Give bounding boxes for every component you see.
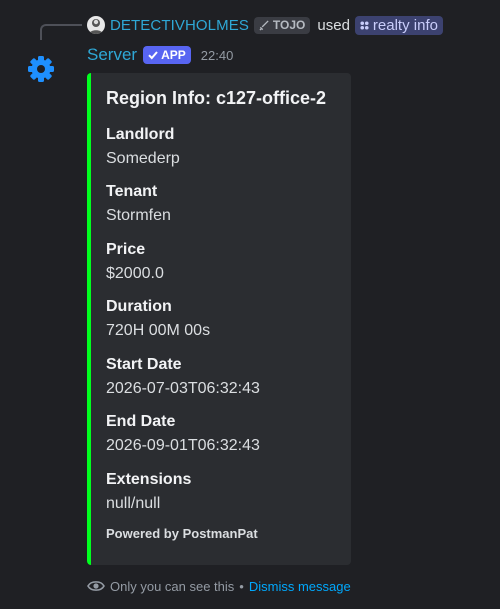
field-value: Somederp xyxy=(106,150,180,167)
message-timestamp[interactable]: 22:40 xyxy=(201,48,234,63)
field-name: Landlord xyxy=(106,126,175,143)
embed-field-duration: Duration 720H 00M 00s xyxy=(106,297,210,341)
field-value: 2026-09-01T06:32:43 xyxy=(106,437,260,454)
ephemeral-notice: Only you can see this • Dismiss message xyxy=(87,577,351,595)
field-value: null/null xyxy=(106,495,161,512)
field-value: 2026-07-03T06:32:43 xyxy=(106,380,260,397)
field-value: 720H 00M 00s xyxy=(106,322,211,339)
used-text: used xyxy=(317,16,350,34)
author-name[interactable]: Server xyxy=(87,45,137,65)
reply-connector xyxy=(40,24,82,40)
field-name: Start Date xyxy=(106,356,182,373)
reply-reference[interactable]: DETECTIVHOLMES TOJO used realty info xyxy=(87,14,443,36)
embed-field-start-date: Start Date 2026-07-03T06:32:43 xyxy=(106,355,260,399)
embed-field-price: Price $2000.0 xyxy=(106,240,164,284)
app-badge-label: APP xyxy=(161,48,186,62)
user-avatar[interactable] xyxy=(87,16,105,34)
message-header: Server APP 22:40 xyxy=(87,44,233,66)
app-badge: APP xyxy=(143,46,191,64)
field-name: Price xyxy=(106,241,146,258)
field-name: Extensions xyxy=(106,471,192,488)
embed-footer: Powered by PostmanPat xyxy=(106,526,258,541)
field-name: Tenant xyxy=(106,183,158,200)
field-value: Stormfen xyxy=(106,207,171,224)
check-icon xyxy=(148,51,158,60)
field-value: $2000.0 xyxy=(106,265,164,282)
reply-username[interactable]: DETECTIVHOLMES xyxy=(110,17,249,34)
embed-field-landlord: Landlord Somederp xyxy=(106,125,180,169)
embed-card: Region Info: c127-office-2 Landlord Some… xyxy=(87,73,351,565)
embed-field-tenant: Tenant Stormfen xyxy=(106,182,171,226)
ephemeral-text: Only you can see this xyxy=(110,578,235,594)
user-tag: TOJO xyxy=(253,16,311,34)
embed-title: Region Info: c127-office-2 xyxy=(106,88,327,108)
embed-field-end-date: End Date 2026-09-01T06:32:43 xyxy=(106,412,260,456)
field-name: End Date xyxy=(106,413,176,430)
ephemeral-separator: • xyxy=(239,578,244,594)
gear-icon xyxy=(28,56,54,82)
user-tag-label: TOJO xyxy=(272,18,306,32)
command-label: realty info xyxy=(372,16,438,34)
slash-command[interactable]: realty info xyxy=(354,15,443,35)
sword-icon xyxy=(259,19,269,31)
embed-field-extensions: Extensions null/null xyxy=(106,470,191,514)
app-grid-icon xyxy=(360,20,369,30)
eye-icon xyxy=(87,581,105,591)
dismiss-message-link[interactable]: Dismiss message xyxy=(249,579,351,594)
field-name: Duration xyxy=(106,298,172,315)
bot-avatar[interactable] xyxy=(25,53,57,85)
